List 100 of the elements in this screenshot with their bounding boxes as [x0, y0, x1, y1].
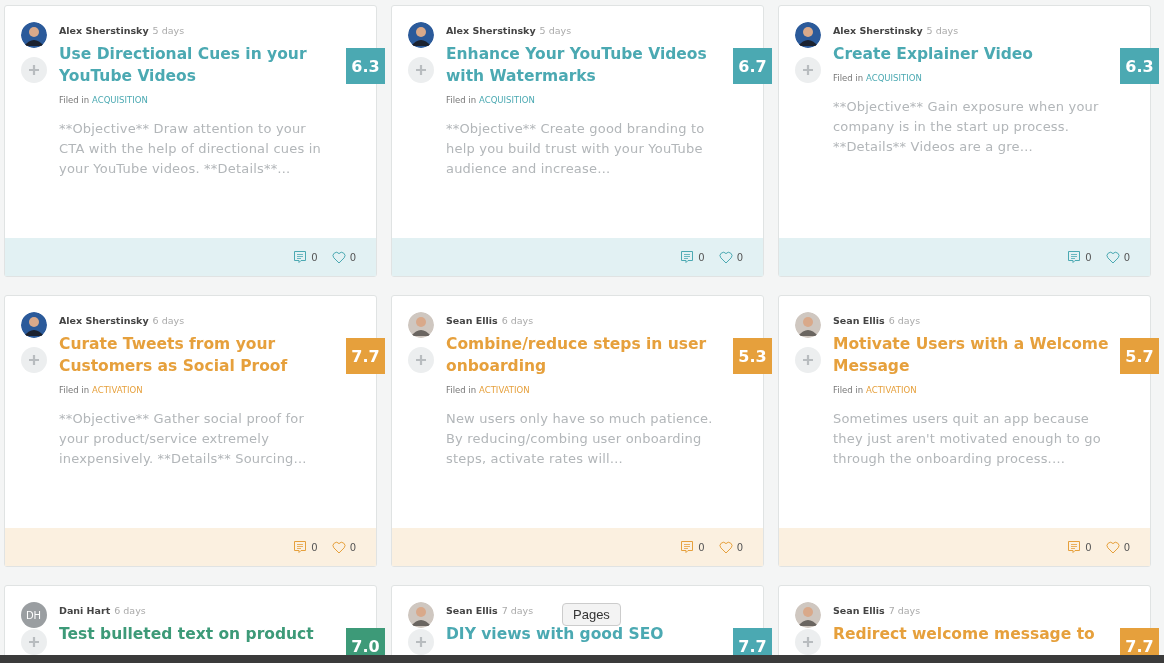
category-link[interactable]: ACTIVATION	[479, 385, 530, 395]
add-button[interactable]	[20, 629, 47, 655]
score-badge: 6.3	[346, 48, 385, 84]
avatar-icon	[794, 312, 821, 338]
avatar-icon	[794, 602, 821, 628]
post-age: 5 days	[539, 25, 572, 36]
idea-description: **Objective** Draw attention to your CTA with the help of directional cues in your YouTube videos. **Details**…	[59, 120, 322, 178]
plus-icon	[414, 64, 427, 76]
comment-icon[interactable]	[293, 540, 308, 554]
category-link[interactable]: ACQUISITION	[479, 95, 535, 105]
filed-label: Filed in	[59, 95, 90, 105]
post-age: 6 days	[152, 315, 185, 326]
comment-count: 0	[1085, 541, 1092, 553]
plus-icon	[27, 636, 40, 648]
score-badge: 5.3	[733, 338, 772, 374]
author-name[interactable]: Sean Ellis	[833, 605, 885, 616]
author-name[interactable]: Alex Sherstinsky	[446, 25, 536, 36]
add-button[interactable]	[20, 347, 47, 373]
add-button[interactable]	[794, 347, 821, 373]
author-name[interactable]: Sean Ellis	[446, 605, 498, 616]
like-count: 0	[1123, 541, 1130, 553]
like-count: 0	[349, 541, 356, 553]
category-link[interactable]: ACQUISITION	[866, 73, 922, 83]
avatar-icon	[794, 22, 821, 48]
avatar: DH	[20, 602, 47, 628]
idea-description: **Objective** Create good branding to help you build trust with your YouTube audience and increase…	[446, 120, 706, 178]
author-name[interactable]: Alex Sherstinsky	[833, 25, 923, 36]
idea-description: New users only have so much patience. By reducing/combing user onboarding steps, activate rates will…	[446, 410, 714, 468]
add-button[interactable]	[407, 57, 434, 83]
idea-description: Sometimes users quit an app because they just aren't motivated enough to go through the onboarding process.…	[833, 410, 1101, 468]
comment-icon[interactable]	[293, 250, 308, 264]
comment-count: 0	[311, 541, 318, 553]
idea-title[interactable]: Combine/reduce steps in user onboarding	[446, 333, 729, 377]
post-age: 5 days	[152, 25, 185, 36]
comment-icon[interactable]	[680, 540, 695, 554]
category-link[interactable]: ACTIVATION	[92, 385, 143, 395]
like-count: 0	[349, 251, 356, 263]
comment-icon[interactable]	[680, 250, 695, 264]
filed-label: Filed in	[833, 385, 864, 395]
author-name[interactable]: Sean Ellis	[833, 315, 885, 326]
plus-icon	[414, 636, 427, 648]
idea-title[interactable]: DIY views with good SEO	[446, 623, 729, 645]
score-badge: 6.7	[733, 48, 772, 84]
comment-count: 0	[698, 541, 705, 553]
plus-icon	[414, 354, 427, 366]
author-name[interactable]: Dani Hart	[59, 605, 111, 616]
add-button[interactable]	[407, 347, 434, 373]
filed-label: Filed in	[833, 73, 864, 83]
post-age: 5 days	[926, 25, 959, 36]
plus-icon	[801, 354, 814, 366]
idea-title[interactable]: Redirect welcome message to	[833, 623, 1116, 645]
idea-title[interactable]: Test bulleted text on product	[59, 623, 342, 645]
comment-icon[interactable]	[1067, 540, 1082, 554]
idea-title[interactable]: Create Explainer Video	[833, 43, 1116, 65]
heart-icon[interactable]	[718, 250, 733, 264]
like-count: 0	[736, 251, 743, 263]
score-badge: 7.7	[346, 338, 385, 374]
add-button[interactable]	[407, 629, 434, 655]
like-count: 0	[1123, 251, 1130, 263]
like-count: 0	[736, 541, 743, 553]
plus-icon	[801, 64, 814, 76]
heart-icon[interactable]	[1105, 540, 1120, 554]
idea-title[interactable]: Use Directional Cues in your YouTube Videos	[59, 43, 342, 87]
post-age: 7 days	[501, 605, 534, 616]
comment-count: 0	[1085, 251, 1092, 263]
category-link[interactable]: ACQUISITION	[92, 95, 148, 105]
heart-icon[interactable]	[331, 540, 346, 554]
avatar-icon	[407, 312, 434, 338]
avatar-icon	[407, 22, 434, 48]
idea-description: **Objective** Gather social proof for your product/service extremely inexpensively. **Details** Sourcing…	[59, 410, 308, 468]
plus-icon	[27, 64, 40, 76]
heart-icon[interactable]	[718, 540, 733, 554]
filed-label: Filed in	[446, 385, 477, 395]
idea-description: **Objective** Gain exposure when your company is in the start up process. **Details** Videos are a gre…	[833, 98, 1100, 156]
idea-title[interactable]: Motivate Users with a Welcome Message	[833, 333, 1116, 377]
author-name[interactable]: Alex Sherstinsky	[59, 315, 149, 326]
plus-icon	[801, 636, 814, 648]
score-badge: 5.7	[1120, 338, 1159, 374]
heart-icon[interactable]	[331, 250, 346, 264]
author-name[interactable]: Sean Ellis	[446, 315, 498, 326]
post-age: 6 days	[888, 315, 921, 326]
category-link[interactable]: ACTIVATION	[866, 385, 917, 395]
tooltip: Pages	[562, 603, 621, 626]
plus-icon	[27, 354, 40, 366]
add-button[interactable]	[20, 57, 47, 83]
heart-icon[interactable]	[1105, 250, 1120, 264]
idea-title[interactable]: Curate Tweets from your Customers as Social Proof	[59, 333, 342, 377]
post-age: 7 days	[888, 605, 921, 616]
filed-label: Filed in	[59, 385, 90, 395]
add-button[interactable]	[794, 57, 821, 83]
comment-icon[interactable]	[1067, 250, 1082, 264]
post-age: 6 days	[501, 315, 534, 326]
avatar-icon	[20, 312, 47, 338]
filed-label: Filed in	[446, 95, 477, 105]
comment-count: 0	[698, 251, 705, 263]
author-name[interactable]: Alex Sherstinsky	[59, 25, 149, 36]
avatar-icon	[407, 602, 434, 628]
add-button[interactable]	[794, 629, 821, 655]
comment-count: 0	[311, 251, 318, 263]
idea-title[interactable]: Enhance Your YouTube Videos with Watermarks	[446, 43, 729, 87]
